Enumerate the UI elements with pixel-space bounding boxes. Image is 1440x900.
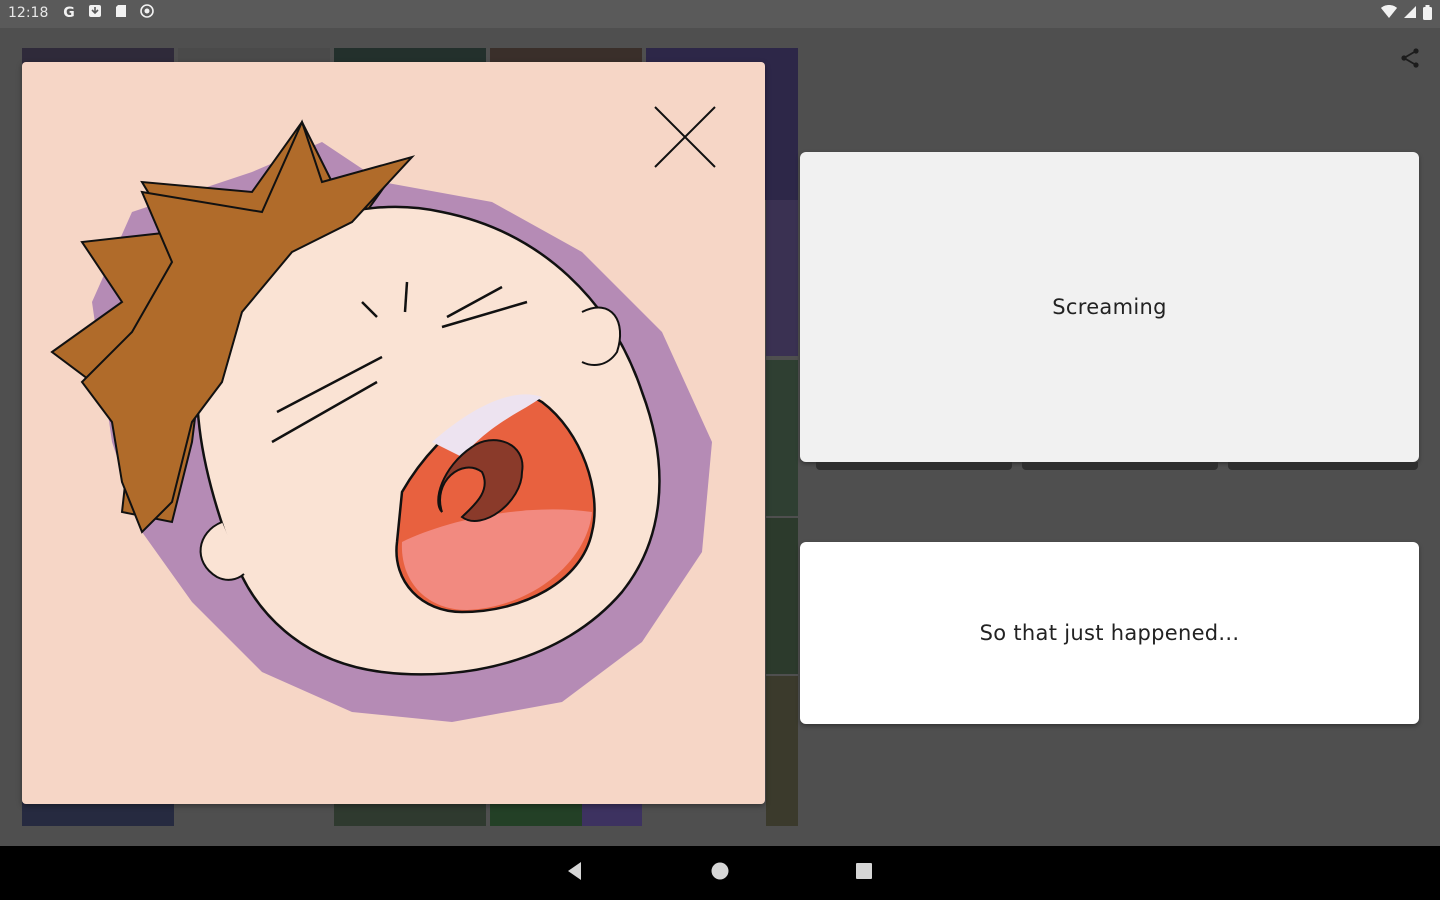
recents-icon: [854, 861, 874, 885]
home-button[interactable]: [703, 856, 737, 890]
battery-icon: [1423, 5, 1432, 24]
navigation-bar: [0, 846, 1440, 900]
card-caption: So that just happened...: [979, 621, 1240, 645]
gallery-tile: [766, 360, 798, 516]
gallery-tile: [334, 802, 486, 826]
gallery-tile: [766, 200, 798, 356]
google-icon: G: [63, 5, 75, 21]
close-icon: [653, 105, 717, 173]
gallery-tile: [766, 518, 798, 674]
wifi-icon: [1381, 5, 1397, 24]
share-button[interactable]: [1396, 46, 1424, 74]
caption-card[interactable]: So that just happened...: [800, 542, 1419, 724]
status-time: 12:18: [8, 5, 49, 21]
card-stack-edge: [1228, 462, 1418, 470]
share-icon: [1399, 47, 1421, 73]
download-icon: [86, 4, 104, 22]
circle-status-icon: [138, 4, 156, 22]
recents-button[interactable]: [847, 856, 881, 890]
image-card: [22, 62, 765, 804]
card-title: Screaming: [1052, 295, 1167, 319]
status-icons-left: G: [60, 4, 156, 22]
close-button[interactable]: [652, 106, 718, 172]
sd-card-icon: [112, 4, 130, 22]
card-stack-edge: [816, 462, 1012, 470]
gallery-tile: [582, 802, 642, 826]
status-bar: 12:18 G: [0, 0, 1440, 28]
status-icons-right: [1381, 5, 1432, 24]
title-card: Screaming: [800, 152, 1419, 462]
signal-icon: [1403, 5, 1417, 24]
gallery-tile: [766, 676, 798, 826]
crying-baby-illustration: [50, 119, 712, 722]
back-button[interactable]: [558, 856, 592, 890]
gallery-tile: [22, 802, 174, 826]
card-stack-edge: [1022, 462, 1218, 470]
home-icon: [710, 861, 730, 885]
back-icon: [565, 861, 585, 885]
